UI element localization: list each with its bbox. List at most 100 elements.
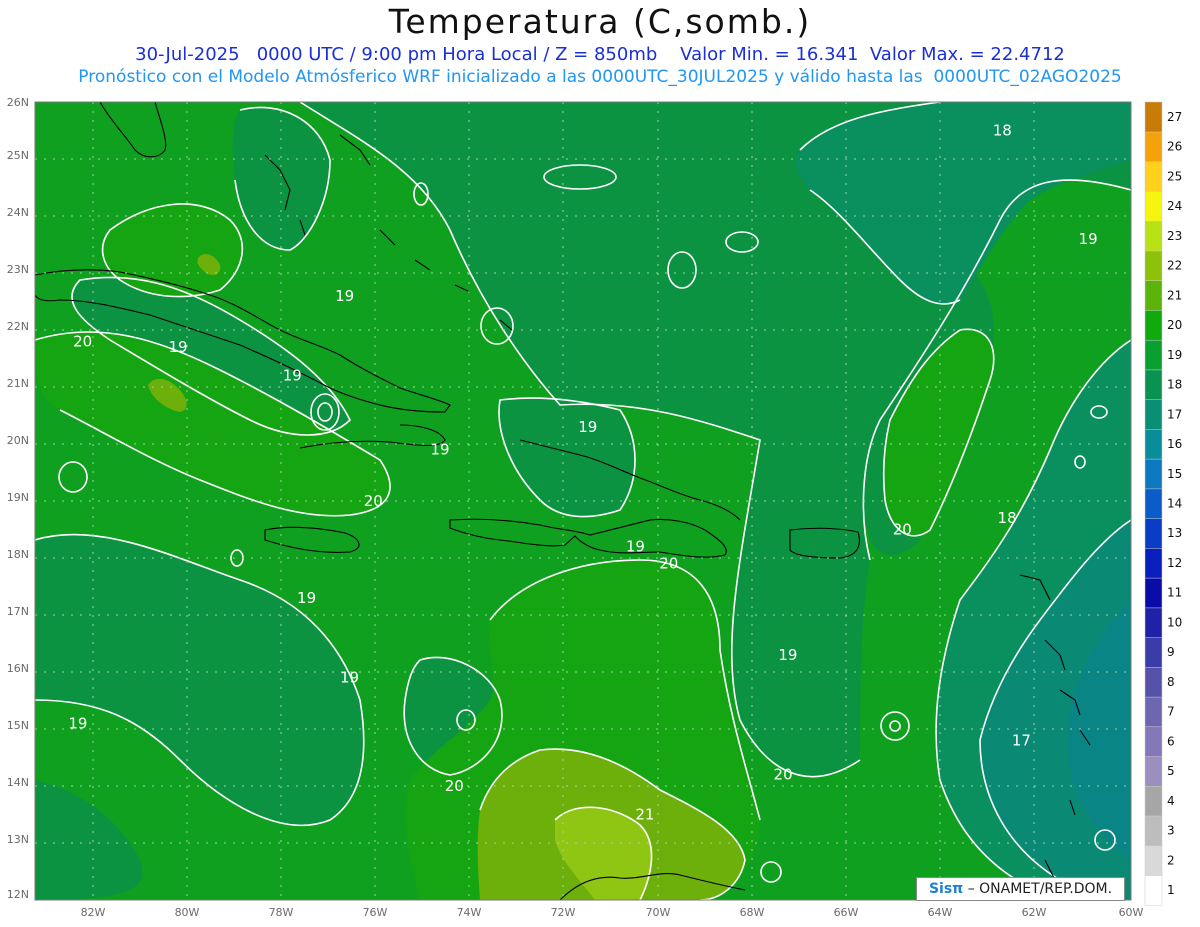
colorbar-swatch: [1144, 101, 1163, 133]
contour-label: 20: [73, 332, 92, 350]
colorbar-label: 8: [1167, 675, 1175, 689]
lon-tick-label: 74W: [457, 906, 482, 919]
colorbar-label: 20: [1167, 318, 1182, 332]
colorbar-swatch: [1144, 428, 1163, 460]
contour-label: 20: [659, 555, 678, 573]
lat-tick-label: 14N: [7, 776, 29, 789]
colorbar-swatch: [1144, 190, 1163, 222]
colorbar-label: 6: [1167, 734, 1175, 748]
contour-label: 18: [993, 122, 1012, 140]
lat-tick-label: 17N: [7, 605, 29, 618]
credit-box: Sisπ – ONAMET/REP.DOM.: [916, 877, 1125, 901]
contour-label: 19: [168, 338, 187, 356]
lat-tick-label: 19N: [7, 491, 29, 504]
colorbar-label: 5: [1167, 764, 1175, 778]
contour-label: 18: [998, 509, 1017, 527]
lon-tick-label: 62W: [1022, 906, 1047, 919]
colorbar-label: 9: [1167, 645, 1175, 659]
colorbar-swatch: [1144, 369, 1163, 400]
colorbar-swatch: [1144, 131, 1163, 162]
colorbar-label: 15: [1167, 467, 1182, 481]
colorbar-swatch: [1144, 339, 1163, 371]
lat-tick-label: 13N: [7, 833, 29, 846]
lat-tick-label: 15N: [7, 719, 29, 732]
colorbar-label: 10: [1167, 616, 1182, 630]
colorbar-swatch: [1144, 458, 1163, 490]
temperature-map: 82W 80W 78W 76W 74W 72W 70W 68W 66W 64W …: [7, 96, 1183, 919]
lat-tick-label: 16N: [7, 662, 29, 675]
colorbar: 1234567891011121314151617181920212223242…: [1144, 101, 1182, 906]
colorbar-label: 16: [1167, 437, 1182, 451]
lat-tick-label: 24N: [7, 206, 29, 219]
colorbar-swatch: [1144, 577, 1163, 609]
colorbar-label: 24: [1167, 199, 1182, 213]
colorbar-swatch: [1144, 845, 1163, 876]
colorbar-label: 26: [1167, 140, 1182, 154]
lat-tick-label: 12N: [7, 888, 29, 901]
colorbar-label: 17: [1167, 407, 1182, 421]
sispi-logo: Sisπ: [928, 881, 964, 897]
colorbar-swatch: [1144, 280, 1163, 311]
colorbar-swatch: [1144, 637, 1163, 668]
lon-tick-label: 78W: [269, 906, 294, 919]
lat-tick-label: 23N: [7, 263, 29, 276]
lon-tick-label: 60W: [1119, 906, 1144, 919]
contour-label: 20: [893, 521, 912, 539]
contour-label: 19: [68, 714, 87, 732]
lat-axis: 12N 13N 14N 15N 16N 17N 18N 19N 20N 21N …: [7, 96, 29, 901]
colorbar-swatch: [1144, 666, 1163, 698]
colorbar-label: 1: [1167, 883, 1175, 897]
lon-tick-label: 82W: [81, 906, 106, 919]
contour-label: 19: [283, 367, 302, 385]
colorbar-label: 12: [1167, 556, 1182, 570]
lon-tick-label: 64W: [928, 906, 953, 919]
colorbar-swatch: [1144, 785, 1163, 817]
colorbar-swatch: [1144, 815, 1163, 847]
contour-label: 20: [774, 766, 793, 784]
colorbar-label: 13: [1167, 526, 1182, 540]
colorbar-label: 21: [1167, 288, 1182, 302]
colorbar-label: 22: [1167, 259, 1182, 273]
lon-tick-label: 72W: [551, 906, 576, 919]
colorbar-swatch: [1144, 220, 1163, 252]
colorbar-label: 4: [1167, 794, 1175, 808]
colorbar-swatch: [1144, 518, 1163, 549]
contour-label: 19: [626, 538, 645, 556]
contour-label: 19: [430, 441, 449, 459]
lon-tick-label: 68W: [740, 906, 765, 919]
credit-text: – ONAMET/REP.DOM.: [967, 881, 1113, 897]
colorbar-label: 2: [1167, 853, 1175, 867]
colorbar-label: 11: [1167, 586, 1182, 600]
colorbar-swatch: [1144, 696, 1163, 728]
lat-tick-label: 21N: [7, 377, 29, 390]
lat-tick-label: 25N: [7, 149, 29, 162]
lon-tick-label: 70W: [646, 906, 671, 919]
lon-axis: 82W 80W 78W 76W 74W 72W 70W 68W 66W 64W …: [81, 906, 1144, 919]
contour-label: 21: [635, 806, 654, 824]
contour-label: 20: [445, 777, 464, 795]
colorbar-label: 25: [1167, 169, 1182, 183]
contour-label: 20: [364, 492, 383, 510]
lon-tick-label: 66W: [834, 906, 859, 919]
colorbar-swatch: [1144, 875, 1163, 906]
lat-tick-label: 22N: [7, 320, 29, 333]
colorbar-swatch: [1144, 726, 1163, 757]
contour-label: 17: [1012, 731, 1031, 749]
colorbar-label: 23: [1167, 229, 1182, 243]
colorbar-swatch: [1144, 250, 1163, 281]
contour-label: 19: [1079, 230, 1098, 248]
contour-label: 19: [778, 646, 797, 664]
contour-label: 19: [335, 287, 354, 305]
colorbar-swatch: [1144, 756, 1163, 787]
colorbar-swatch: [1144, 161, 1163, 192]
colorbar-swatch: [1144, 547, 1163, 579]
colorbar-label: 7: [1167, 705, 1175, 719]
contour-label: 19: [578, 418, 597, 436]
lat-tick-label: 18N: [7, 548, 29, 561]
colorbar-label: 19: [1167, 348, 1182, 362]
contour-label: 19: [340, 669, 359, 687]
colorbar-swatch: [1144, 607, 1163, 638]
lat-tick-label: 20N: [7, 434, 29, 447]
lat-tick-label: 26N: [7, 96, 29, 109]
colorbar-swatch: [1144, 399, 1163, 430]
